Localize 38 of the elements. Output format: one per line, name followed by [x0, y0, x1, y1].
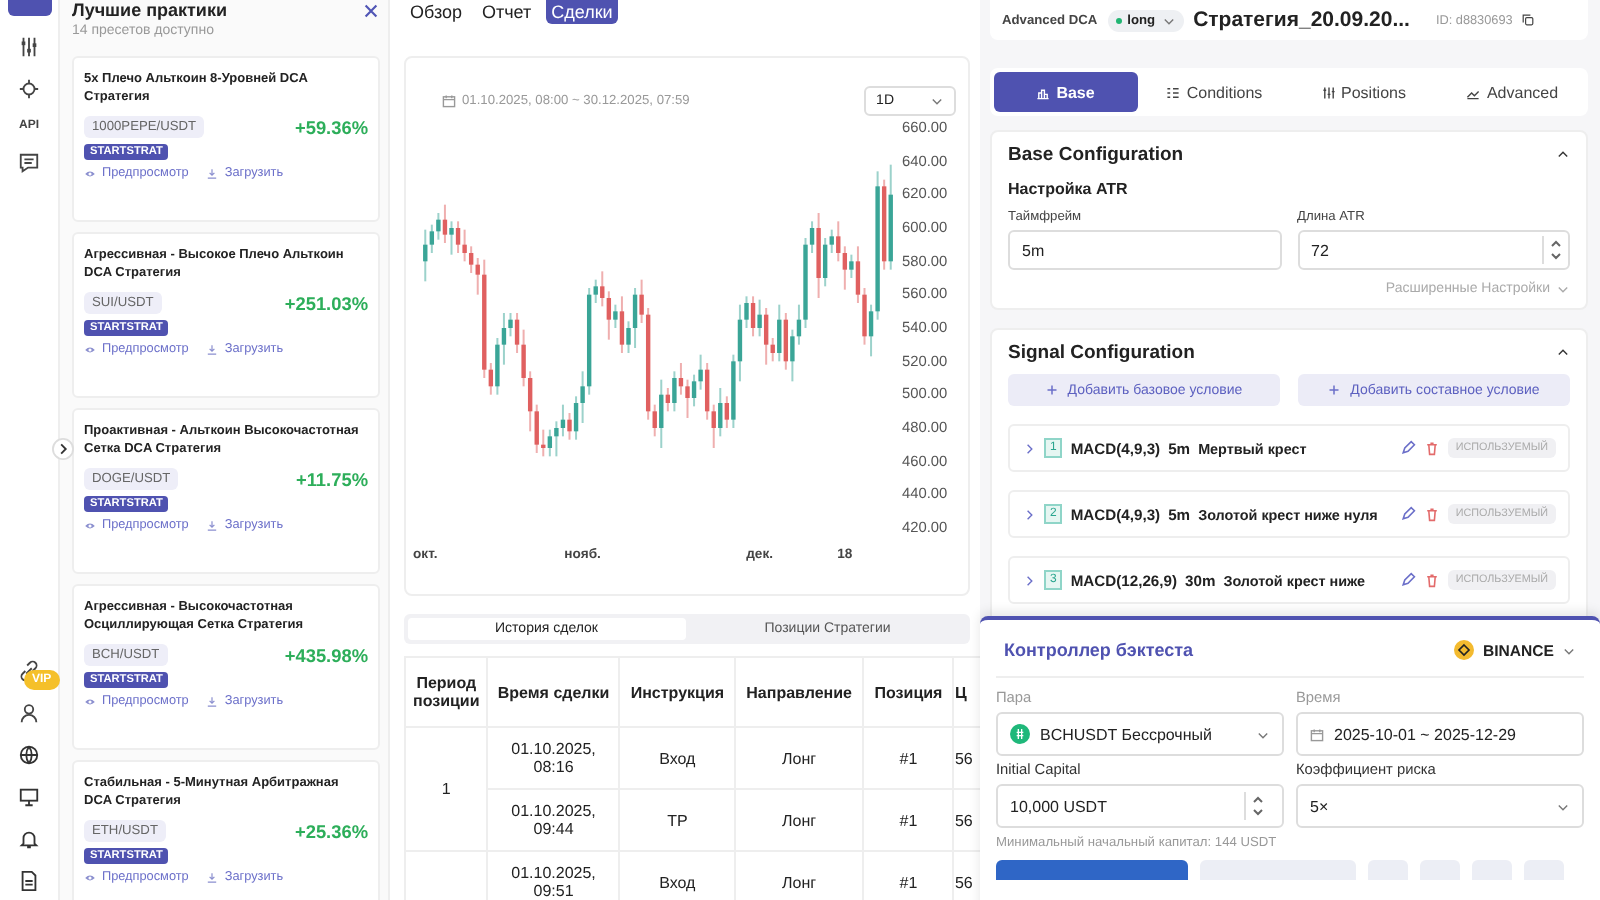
- capital-field[interactable]: 10,000 USDT: [996, 784, 1284, 828]
- table-cell: 01.10.2025, 08:16: [487, 727, 620, 789]
- table-cell: TP: [619, 789, 736, 851]
- config-tab[interactable]: Base: [994, 72, 1137, 112]
- pair-select[interactable]: BCHUSDT Бессрочный: [996, 712, 1284, 756]
- column-header: Период позиции: [405, 657, 488, 727]
- return-value: +251.03%: [284, 293, 368, 313]
- risk-select[interactable]: 5×: [1296, 784, 1584, 828]
- view-tab[interactable]: Отчет: [476, 0, 538, 24]
- table-cell: #1: [863, 789, 954, 851]
- config-tab[interactable]: Advanced: [1441, 72, 1584, 112]
- table-cell: Лонг: [735, 789, 864, 851]
- date-range-field[interactable]: 2025-10-01 ~ 2025-12-29: [1296, 712, 1584, 756]
- column-header: Позиция: [863, 657, 954, 727]
- section-title: Настройка ATR: [1008, 180, 1130, 198]
- card-title: Base Configuration: [1008, 144, 1184, 166]
- table-cell: #1: [863, 727, 954, 789]
- table-cell: 1: [405, 727, 488, 851]
- column-header: Время сделки: [487, 657, 620, 727]
- column-header: Инструкция: [619, 657, 736, 727]
- input-field[interactable]: 5m: [1008, 230, 1281, 270]
- view-tab[interactable]: Обзор: [404, 0, 468, 24]
- column-header: Направление: [735, 657, 864, 727]
- table-cell: Лонг: [735, 727, 864, 789]
- return-value: +11.75%: [295, 469, 368, 489]
- return-value: +435.98%: [284, 645, 368, 665]
- input-field[interactable]: 72: [1297, 230, 1570, 270]
- return-value: +25.36%: [294, 821, 368, 841]
- card-title: Signal Configuration: [1008, 342, 1195, 364]
- table-cell: 01.10.2025, 09:44: [487, 789, 620, 851]
- view-tab[interactable]: Сделки: [545, 0, 619, 24]
- panel-title: Лучшие практики: [72, 0, 228, 20]
- panel-title: Контроллер бэктеста: [1004, 640, 1194, 660]
- config-tab[interactable]: Conditions: [1143, 72, 1286, 112]
- strategy-name: Стратегия_20.09.20...: [1193, 8, 1410, 32]
- config-tab[interactable]: Positions: [1292, 72, 1435, 112]
- table-cell: Вход: [619, 727, 736, 789]
- return-value: +59.36%: [294, 117, 368, 137]
